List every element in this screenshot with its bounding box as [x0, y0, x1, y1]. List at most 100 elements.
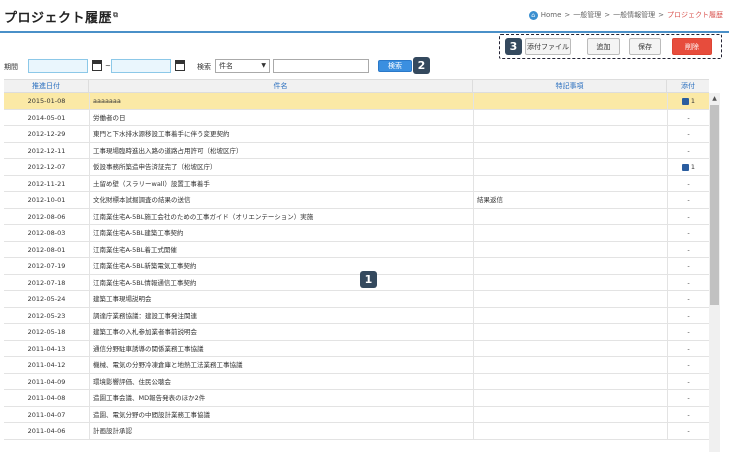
external-link-icon[interactable]: ⧉ — [113, 11, 119, 19]
column-divider — [473, 357, 474, 373]
cell-subject: 労働者の日 — [93, 113, 126, 122]
table-row[interactable]: 2012-08-06 江南業住宅A-5BL施工会社のための工事ガイド（オリエンテー… — [4, 208, 709, 225]
scroll-thumb[interactable] — [710, 105, 719, 305]
cell-attachment: - — [668, 308, 709, 324]
column-divider — [89, 373, 90, 389]
column-divider — [473, 159, 474, 175]
cell-subject: 調達庁業務協議：建設工事発注関連 — [93, 311, 197, 320]
attach-file-button[interactable]: 添付ファイル — [525, 38, 571, 55]
cell-date: 2012-08-01 — [27, 245, 66, 254]
table-row[interactable]: 2011-04-12 機械、電気の分野冷凍倉庫と地熱工法業務工事協議 - — [4, 357, 709, 374]
table-row[interactable]: 2012-08-03 江南業住宅A-5BL建築工事契約 - — [4, 225, 709, 242]
column-divider — [473, 291, 474, 307]
column-divider — [89, 406, 90, 422]
calendar-icon[interactable] — [175, 60, 185, 71]
table-row[interactable]: 2012-07-19 江南業住宅A-5BL新築電気工事契約 - — [4, 258, 709, 275]
cell-notes — [477, 357, 667, 373]
cell-notes — [477, 126, 667, 142]
cell-subject: 仮設事務所築造申告済証完了（松坡区庁） — [93, 163, 217, 171]
toolbar-button-group: 3 添付ファイル 追加 保存 削除 — [499, 34, 722, 59]
breadcrumb-item-info[interactable]: 一般情報管理 — [613, 10, 655, 20]
cell-subject: 計画設計承認 — [93, 427, 132, 435]
table-row[interactable]: 2011-04-08 造園工事会議、MD報告発表のほか2件 - — [4, 390, 709, 407]
cell-date: 2011-04-13 — [27, 344, 66, 353]
cell-subject: 江南業住宅A-5BL新築電気工事契約 — [93, 262, 197, 270]
cell-date: 2012-10-01 — [27, 196, 66, 204]
column-divider — [473, 373, 474, 389]
calendar-icon[interactable] — [92, 60, 102, 71]
attachment-count: - — [687, 245, 690, 254]
cell-attachment[interactable]: 1 — [668, 93, 709, 109]
cell-date: 2011-04-08 — [27, 394, 66, 402]
cell-attachment: - — [668, 291, 709, 307]
cell-date: 2012-07-18 — [27, 278, 66, 287]
cell-notes — [477, 242, 667, 258]
table-row[interactable]: 2012-11-21 土留め壁（スラリーwall）設置工事着手 - — [4, 175, 709, 192]
search-type-select[interactable]: 件名 ▼ — [215, 59, 270, 73]
cell-attachment[interactable]: 1 — [668, 159, 709, 175]
table-row[interactable]: 2012-07-18 江南業住宅A-5BL情報通信工事契約 - — [4, 274, 709, 291]
start-date-input[interactable] — [28, 59, 88, 73]
table-row[interactable]: 2011-04-06 計画設計承認 - — [4, 423, 709, 440]
badge-1: 1 — [360, 271, 377, 288]
table-row[interactable]: 2011-04-13 通信分野駐車誘導の関係業務工事協議 - — [4, 340, 709, 357]
table-header: 推進日付 件名 特記事項 添付 — [4, 79, 709, 93]
column-date[interactable]: 推進日付 — [4, 80, 89, 93]
cell-notes — [477, 209, 667, 225]
cell-attachment: - — [668, 374, 709, 390]
column-divider — [473, 175, 474, 191]
add-button[interactable]: 追加 — [587, 38, 620, 55]
vertical-scrollbar[interactable]: ▲ — [709, 93, 720, 452]
file-icon[interactable] — [681, 163, 689, 171]
table-row[interactable]: 2015-01-08 aaaaaaa 1 — [4, 93, 709, 110]
home-icon[interactable]: ⌂ — [528, 10, 538, 20]
table-row[interactable]: 2014-05-01 労働者の日 - — [4, 109, 709, 126]
column-subject[interactable]: 件名 — [89, 80, 473, 93]
search-button[interactable]: 検索 — [378, 60, 412, 72]
cell-subject: 江南業住宅A-5BL建築工事契約 — [93, 229, 184, 237]
table-row[interactable]: 2012-05-18 建築工事の入札参加業者事前説明会 - — [4, 324, 709, 341]
attachment-count: - — [687, 212, 690, 221]
column-divider — [89, 307, 90, 323]
cell-attachment: - — [668, 341, 709, 357]
end-date-input[interactable] — [111, 59, 171, 73]
cell-attachment: - — [668, 225, 709, 241]
table-row[interactable]: 2012-10-01 文化財標本試掘調査の結果の送信 結果返信 - — [4, 192, 709, 209]
badge-2: 2 — [413, 57, 430, 74]
attachment-count: - — [687, 427, 690, 435]
table-row[interactable]: 2012-12-29 東門と下水排水源移設工事着手に伴う変更契約 - — [4, 126, 709, 143]
attachment-count: 1 — [690, 163, 696, 171]
table-row[interactable]: 2011-04-07 造園、電気分野の中間設計業務工事協議 - — [4, 406, 709, 423]
attachment-count: - — [687, 328, 690, 336]
save-button[interactable]: 保存 — [629, 38, 661, 55]
cell-date: 2011-04-06 — [27, 427, 66, 435]
column-divider — [473, 340, 474, 356]
search-input[interactable] — [273, 59, 369, 73]
column-attachment[interactable]: 添付 — [667, 80, 709, 93]
search-type-value: 件名 — [219, 62, 233, 70]
breadcrumb-home[interactable]: Home — [541, 11, 562, 19]
cell-date: 2012-12-11 — [27, 146, 66, 155]
cell-attachment: - — [668, 407, 709, 423]
table-row[interactable]: 2012-05-23 調達庁業務協議：建設工事発注関連 - — [4, 307, 709, 324]
file-icon[interactable] — [681, 97, 689, 105]
scroll-up-icon[interactable]: ▲ — [709, 93, 720, 104]
breadcrumb-item-general[interactable]: 一般管理 — [573, 10, 601, 20]
cell-attachment: - — [668, 192, 709, 208]
table-row[interactable]: 2012-08-01 江南業住宅A-5BL着工式開催 - — [4, 241, 709, 258]
breadcrumb-sep: > — [658, 11, 664, 19]
table-row[interactable]: 2011-04-09 環境影響評価、住民公聴会 - — [4, 373, 709, 390]
attachment-count: - — [687, 130, 690, 138]
cell-notes — [477, 423, 667, 439]
column-notes[interactable]: 特記事項 — [473, 80, 667, 93]
search-type-label: 検索 — [197, 63, 211, 71]
table-row[interactable]: 2012-12-07 仮設事務所築造申告済証完了（松坡区庁） 1 — [4, 159, 709, 176]
column-divider — [89, 175, 90, 191]
cell-date: 2011-04-09 — [27, 377, 66, 386]
attachment-count: - — [687, 262, 690, 270]
table-row[interactable]: 2012-12-11 工事現場臨時進出入路の道路占用許可（松坡区庁） - — [4, 142, 709, 159]
table-row[interactable]: 2012-05-24 建築工事現場説明会 - — [4, 291, 709, 308]
cell-subject: 建築工事現場説明会 — [93, 295, 152, 303]
cell-subject: 江南業住宅A-5BL情報通信工事契約 — [93, 278, 197, 287]
delete-button[interactable]: 削除 — [672, 38, 712, 55]
